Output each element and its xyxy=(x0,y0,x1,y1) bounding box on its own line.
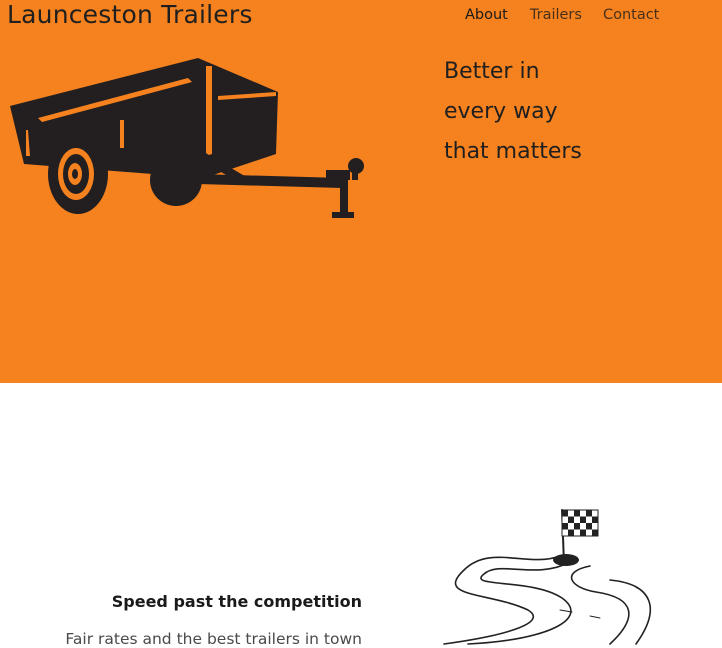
nav-link-about[interactable]: About xyxy=(465,7,508,23)
site-title[interactable]: Launceston Trailers xyxy=(7,0,253,29)
main-nav: About Trailers Contact xyxy=(465,7,659,23)
hero-tagline: Better in every way that matters xyxy=(444,52,582,172)
tagline-line-1: Better in xyxy=(444,59,540,84)
tagline-line-3: that matters xyxy=(444,139,582,164)
nav-link-trailers[interactable]: Trailers xyxy=(530,7,582,23)
feature-title: Speed past the competition xyxy=(111,592,362,611)
tagline-line-2: every way xyxy=(444,99,558,124)
feature-text: Fair rates and the best trailers in town xyxy=(65,630,362,648)
nav-link-contact[interactable]: Contact xyxy=(603,7,659,23)
trailer-illustration xyxy=(10,58,364,218)
race-track-flag-illustration xyxy=(443,509,652,645)
checkered-flag-icon xyxy=(561,509,599,537)
hero-section: Launceston Trailers About Trailers Conta… xyxy=(0,0,722,383)
